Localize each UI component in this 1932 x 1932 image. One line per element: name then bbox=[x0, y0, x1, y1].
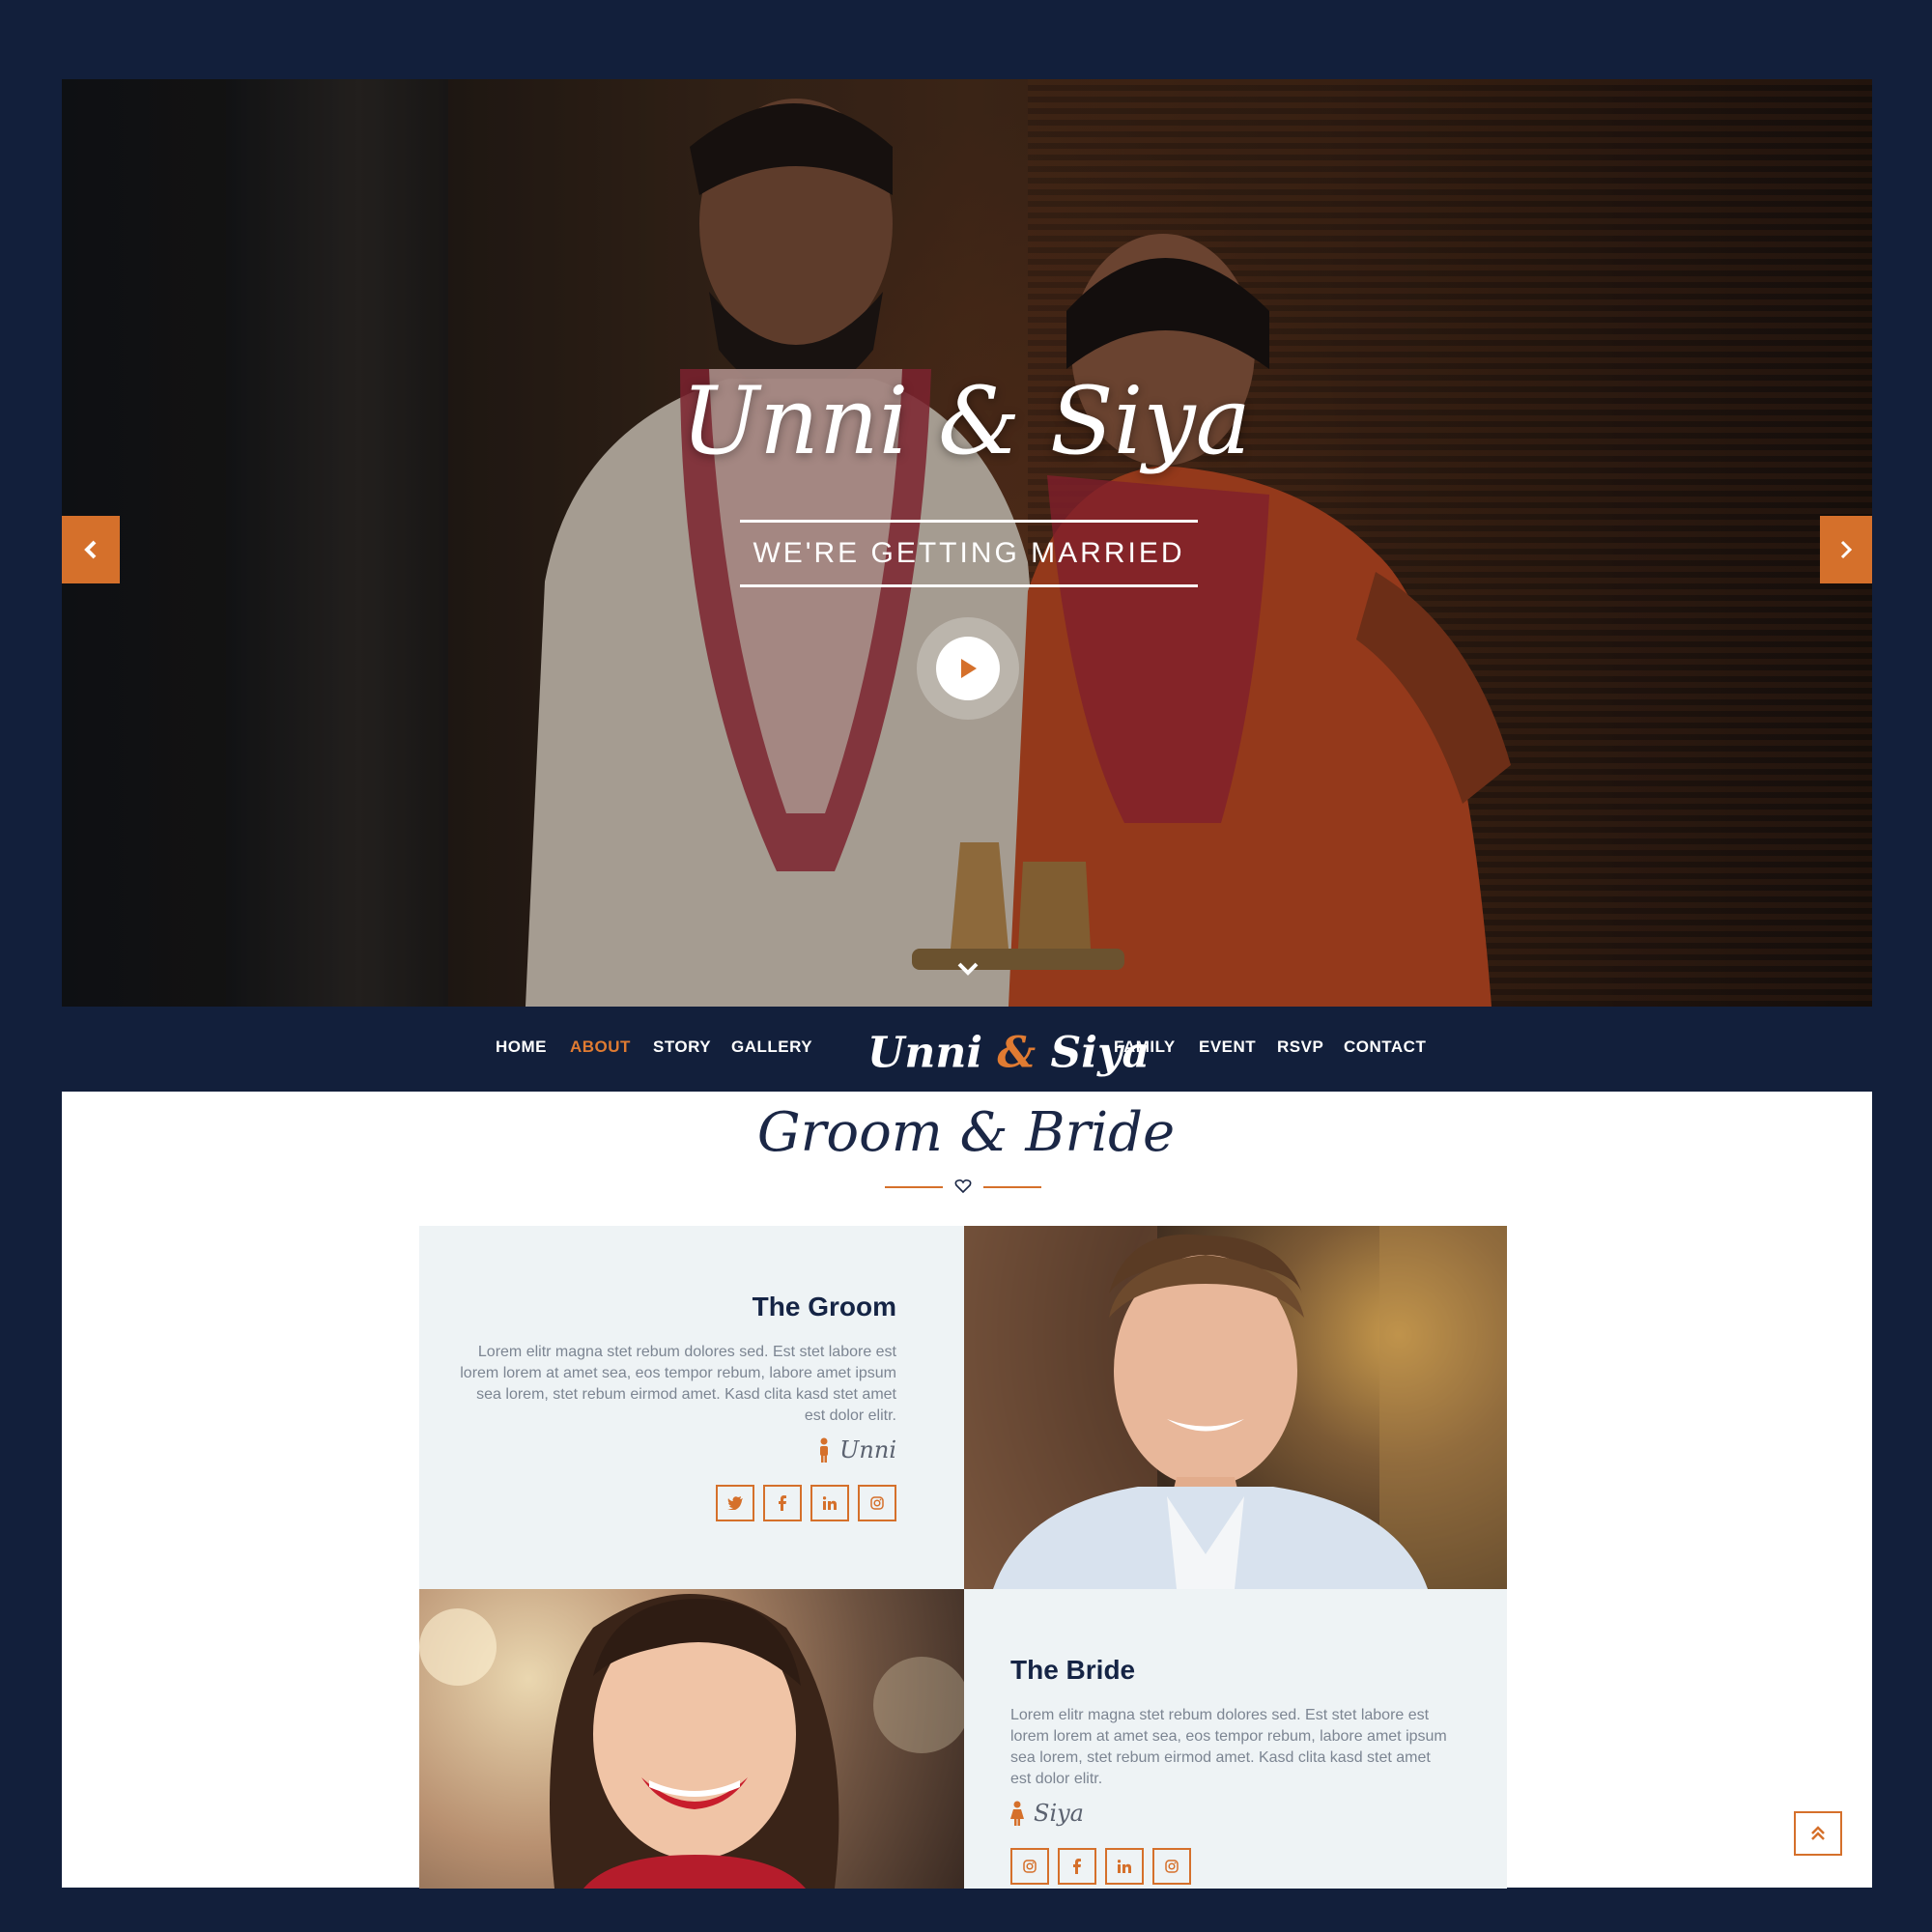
bride-photo bbox=[419, 1589, 964, 1889]
groom-portrait bbox=[964, 1226, 1507, 1589]
divider-line-left bbox=[885, 1186, 943, 1188]
play-button-circle bbox=[936, 637, 1000, 700]
heart-icon bbox=[954, 1179, 972, 1194]
instagram-icon[interactable] bbox=[1152, 1848, 1191, 1885]
hero-subtitle: WE'RE GETTING MARRIED bbox=[753, 537, 1185, 569]
nav-home[interactable]: HOME bbox=[496, 1037, 547, 1057]
facebook-icon[interactable] bbox=[1058, 1848, 1096, 1885]
groom-signature-name: Unni bbox=[839, 1436, 896, 1463]
divider-line-right bbox=[983, 1186, 1041, 1188]
carousel-prev-button[interactable] bbox=[62, 516, 120, 583]
nav-event[interactable]: EVENT bbox=[1199, 1037, 1256, 1057]
bride-card: The Bride Lorem elitr magna stet rebum d… bbox=[964, 1589, 1507, 1889]
nav-story[interactable]: STORY bbox=[653, 1037, 711, 1057]
nav-rsvp[interactable]: RSVP bbox=[1277, 1037, 1323, 1057]
nav-contact[interactable]: CONTACT bbox=[1344, 1037, 1426, 1057]
hero-subtitle-box: WE'RE GETTING MARRIED bbox=[740, 520, 1198, 587]
section-title: Groom & Bride bbox=[756, 1101, 1176, 1164]
play-video-button[interactable] bbox=[917, 617, 1019, 720]
carousel-next-button[interactable] bbox=[1820, 516, 1872, 583]
bride-signature-name: Siya bbox=[1034, 1800, 1084, 1827]
groom-signature: Unni bbox=[818, 1436, 896, 1463]
logo-first-name: Unni bbox=[867, 1028, 983, 1078]
nav-gallery[interactable]: GALLERY bbox=[731, 1037, 812, 1057]
bride-portrait bbox=[419, 1594, 964, 1889]
play-icon bbox=[961, 659, 977, 678]
instagram-icon[interactable] bbox=[1010, 1848, 1049, 1885]
linkedin-icon[interactable] bbox=[1105, 1848, 1144, 1885]
groom-socials bbox=[716, 1485, 896, 1521]
groom-photo bbox=[964, 1226, 1507, 1589]
nav-family[interactable]: FAMILY bbox=[1114, 1037, 1176, 1057]
instagram-icon[interactable] bbox=[858, 1485, 896, 1521]
nav-logo[interactable]: Unni & Siya bbox=[867, 1029, 1150, 1078]
twitter-icon[interactable] bbox=[716, 1485, 754, 1521]
chevron-left-icon bbox=[84, 540, 97, 559]
back-to-top-button[interactable] bbox=[1794, 1811, 1842, 1856]
groom-title: The Groom bbox=[752, 1292, 896, 1321]
male-icon bbox=[820, 1437, 829, 1463]
logo-ampersand: & bbox=[997, 1028, 1037, 1078]
linkedin-icon[interactable] bbox=[810, 1485, 849, 1521]
scroll-down-icon[interactable] bbox=[955, 956, 980, 981]
chevron-right-icon bbox=[1840, 540, 1853, 559]
groom-description: Lorem elitr magna stet rebum dolores sed… bbox=[460, 1344, 896, 1424]
bride-socials bbox=[1010, 1848, 1191, 1885]
bride-title: The Bride bbox=[1010, 1655, 1136, 1685]
hero-title: Unni & Siya bbox=[681, 367, 1251, 475]
section-divider bbox=[885, 1177, 1041, 1196]
nav-about[interactable]: ABOUT bbox=[570, 1037, 631, 1057]
facebook-icon[interactable] bbox=[763, 1485, 802, 1521]
female-icon bbox=[1010, 1801, 1024, 1826]
groom-card: The Groom Lorem elitr magna stet rebum d… bbox=[419, 1226, 964, 1589]
bride-signature: Siya bbox=[1010, 1800, 1084, 1827]
bride-description: Lorem elitr magna stet rebum dolores sed… bbox=[1010, 1707, 1447, 1787]
double-chevron-up-icon bbox=[1811, 1826, 1825, 1840]
